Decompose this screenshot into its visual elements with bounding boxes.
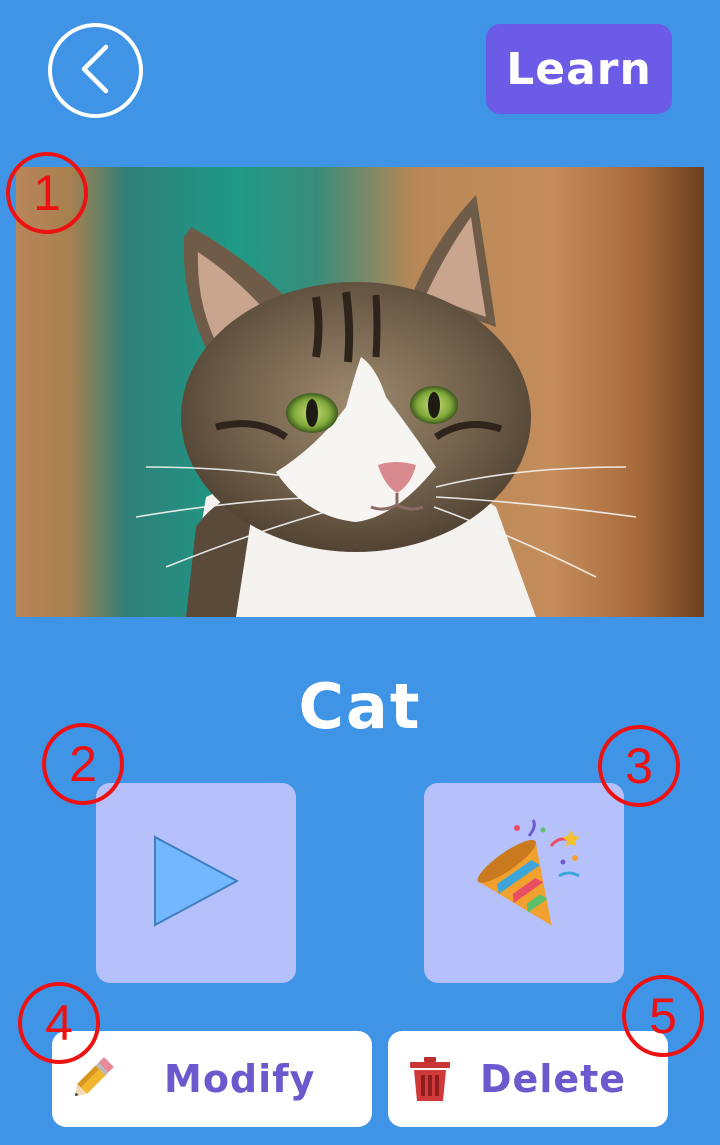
celebrate-button[interactable] (424, 783, 624, 983)
learn-button[interactable]: Learn (486, 24, 672, 114)
word-title: Cat (298, 670, 422, 743)
modify-button-label: Modify (164, 1057, 316, 1101)
pencil-icon (66, 1053, 118, 1105)
modify-button[interactable]: Modify (52, 1031, 372, 1127)
play-button[interactable] (96, 783, 296, 983)
back-button[interactable] (48, 23, 143, 118)
learn-button-label: Learn (506, 43, 652, 95)
delete-button[interactable]: Delete (388, 1031, 668, 1127)
cat-photo (16, 167, 704, 617)
trash-icon (404, 1053, 456, 1105)
chevron-left-icon (76, 43, 116, 99)
play-triangle-icon (151, 833, 241, 933)
party-popper-icon (459, 816, 589, 950)
delete-button-label: Delete (480, 1057, 627, 1101)
